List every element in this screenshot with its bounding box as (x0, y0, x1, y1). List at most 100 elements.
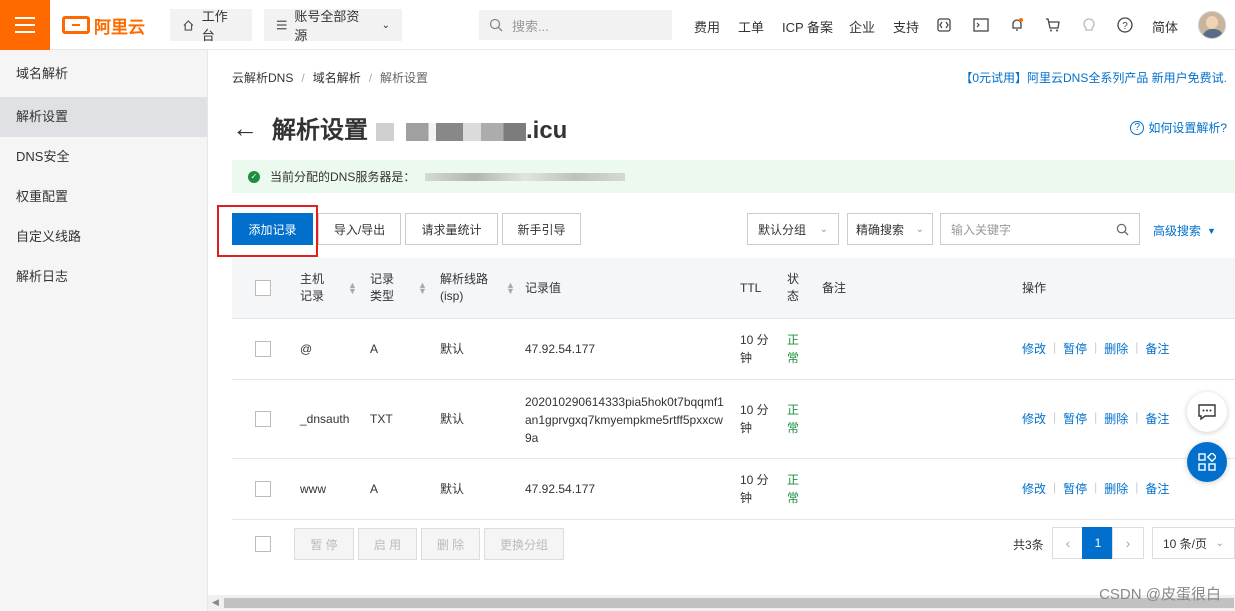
code-icon[interactable] (934, 15, 954, 35)
apps-float-button[interactable] (1187, 442, 1227, 482)
next-page-icon[interactable]: › (1112, 527, 1144, 559)
delete-link[interactable]: 删除 (1104, 410, 1128, 427)
horizontal-scrollbar[interactable]: ◀ (208, 595, 1235, 611)
search-mode-value: 精确搜索 (856, 222, 905, 237)
blurred-domain-name (376, 122, 526, 141)
notice-text: 当前分配的DNS服务器是： (270, 170, 416, 184)
bulk-delete-button[interactable]: 删 除 (421, 528, 480, 560)
workbench-button[interactable]: 工作台 (170, 9, 252, 43)
edit-link[interactable]: 修改 (1022, 480, 1046, 497)
remark-link[interactable]: 备注 (1145, 480, 1169, 497)
menu-icon[interactable] (0, 0, 50, 50)
chat-float-button[interactable] (1187, 392, 1227, 432)
title-row: ← 解析设置 .icu (232, 110, 567, 145)
cell-host: _dnsauth (300, 412, 350, 426)
breadcrumb: 云解析DNS / 域名解析 / 解析设置 (232, 71, 429, 85)
logo-text: 阿里云 (94, 17, 145, 37)
pause-link[interactable]: 暂停 (1063, 410, 1087, 427)
group-select[interactable]: 默认分组 ⌄ (747, 213, 839, 245)
terminal-icon[interactable] (971, 15, 991, 35)
nav-enterprise[interactable]: 企业 (849, 17, 875, 36)
breadcrumb-dns[interactable]: 云解析DNS (232, 71, 293, 85)
question-icon: ? (1130, 120, 1145, 135)
header-line[interactable]: 解析线路 (isp) (440, 271, 488, 305)
nav-fees[interactable]: 费用 (694, 17, 720, 36)
aliyun-logo[interactable]: 阿里云 (62, 13, 145, 37)
bulb-icon[interactable] (1079, 15, 1099, 35)
promo-link[interactable]: 【0元试用】阿里云DNS全系列产品 新用户免费试. (960, 69, 1227, 86)
bell-icon[interactable] (1007, 15, 1027, 35)
guide-button[interactable]: 新手引导 (502, 213, 581, 245)
delete-link[interactable]: 删除 (1104, 340, 1128, 357)
edit-link[interactable]: 修改 (1022, 340, 1046, 357)
help-link-label: 如何设置解析? (1148, 121, 1227, 135)
scrollbar-thumb[interactable] (224, 598, 1234, 608)
sidebar: 域名解析 解析设置 DNS安全 权重配置 自定义线路 解析日志 (0, 50, 208, 611)
row-checkbox[interactable] (255, 481, 271, 497)
search-mode-select[interactable]: 精确搜索 ⌄ (847, 213, 933, 245)
blurred-dns-servers (425, 172, 626, 181)
edit-link[interactable]: 修改 (1022, 410, 1046, 427)
row-actions: 修改 | 暂停 | 删除 | 备注 (1022, 340, 1170, 357)
advanced-search-link[interactable]: 高级搜索 ▼ (1153, 222, 1216, 239)
select-all-checkbox[interactable] (255, 280, 271, 296)
scroll-left-icon[interactable]: ◀ (212, 597, 219, 608)
nav-tickets[interactable]: 工单 (738, 17, 764, 36)
header-ttl: TTL (740, 281, 762, 295)
nav-icp[interactable]: ICP 备案 (782, 17, 833, 36)
request-stats-button[interactable]: 请求量统计 (405, 213, 498, 245)
sidebar-item-weight-config[interactable]: 权重配置 (0, 177, 207, 217)
sidebar-item-resolution-settings[interactable]: 解析设置 (0, 97, 207, 137)
search-input[interactable]: 搜索... (479, 10, 672, 40)
row-checkbox[interactable] (255, 341, 271, 357)
cell-host: @ (300, 342, 313, 356)
cell-line: 默认 (440, 342, 465, 356)
row-checkbox[interactable] (255, 411, 271, 427)
sort-icon[interactable]: ▲ ▼ (418, 281, 427, 296)
header-host[interactable]: 主机 记录 (300, 271, 324, 305)
cell-type: A (370, 342, 379, 356)
page-size-value: 10 条/页 (1163, 536, 1208, 551)
nav-support[interactable]: 支持 (893, 17, 919, 36)
sort-icon[interactable]: ▲ ▼ (506, 281, 515, 296)
header-remark: 备注 (822, 281, 847, 295)
header-type[interactable]: 记录 类型 (370, 271, 394, 305)
cell-line: 默认 (440, 412, 465, 426)
search-icon[interactable] (1116, 223, 1129, 236)
sort-icon[interactable]: ▲ ▼ (348, 281, 357, 296)
pause-link[interactable]: 暂停 (1063, 340, 1087, 357)
import-export-button[interactable]: 导入/导出 (318, 213, 401, 245)
chat-icon (1198, 404, 1216, 421)
delete-link[interactable]: 删除 (1104, 480, 1128, 497)
sidebar-item-dns-security[interactable]: DNS安全 (0, 137, 207, 177)
remark-link[interactable]: 备注 (1145, 410, 1169, 427)
page-1-button[interactable]: 1 (1082, 527, 1114, 559)
help-icon[interactable]: ? (1115, 15, 1135, 35)
breadcrumb-domains[interactable]: 域名解析 (313, 71, 361, 85)
search-placeholder: 搜索... (512, 18, 549, 34)
bulk-enable-button[interactable]: 启 用 (358, 528, 417, 560)
pause-link[interactable]: 暂停 (1063, 480, 1087, 497)
back-arrow-icon[interactable]: ← (232, 115, 258, 141)
keyword-input[interactable]: 输入关键字 (940, 213, 1140, 245)
language-switch[interactable]: 简体 (1152, 17, 1178, 36)
bulk-pause-button[interactable]: 暂 停 (294, 528, 354, 560)
help-link[interactable]: ? 如何设置解析? (1130, 119, 1227, 136)
cell-value: 47.92.54.177 (525, 342, 596, 356)
page-size-select[interactable]: 10 条/页 ⌄ (1152, 527, 1235, 559)
sidebar-item-resolution-logs[interactable]: 解析日志 (0, 257, 207, 297)
bulk-select-checkbox[interactable] (255, 536, 271, 552)
table-footer: 暂 停 启 用 删 除 更换分组 共3条 ‹ 1 › 10 条/页 ⌄ (232, 520, 1235, 570)
prev-page-icon[interactable]: ‹ (1052, 527, 1084, 559)
cart-icon[interactable] (1043, 15, 1063, 35)
add-record-button[interactable]: 添加记录 (232, 213, 313, 245)
row-actions: 修改 | 暂停 | 删除 | 备注 (1022, 410, 1170, 427)
apps-grid-icon (1198, 453, 1216, 471)
user-avatar[interactable] (1198, 11, 1226, 39)
sidebar-item-custom-lines[interactable]: 自定义线路 (0, 217, 207, 257)
remark-link[interactable]: 备注 (1145, 340, 1169, 357)
svg-text:?: ? (1122, 21, 1128, 32)
resource-scope-dropdown[interactable]: 账号全部资源 ⌄ (264, 9, 402, 43)
change-group-button[interactable]: 更换分组 (484, 528, 564, 560)
chevron-down-icon: ⌄ (381, 19, 390, 31)
